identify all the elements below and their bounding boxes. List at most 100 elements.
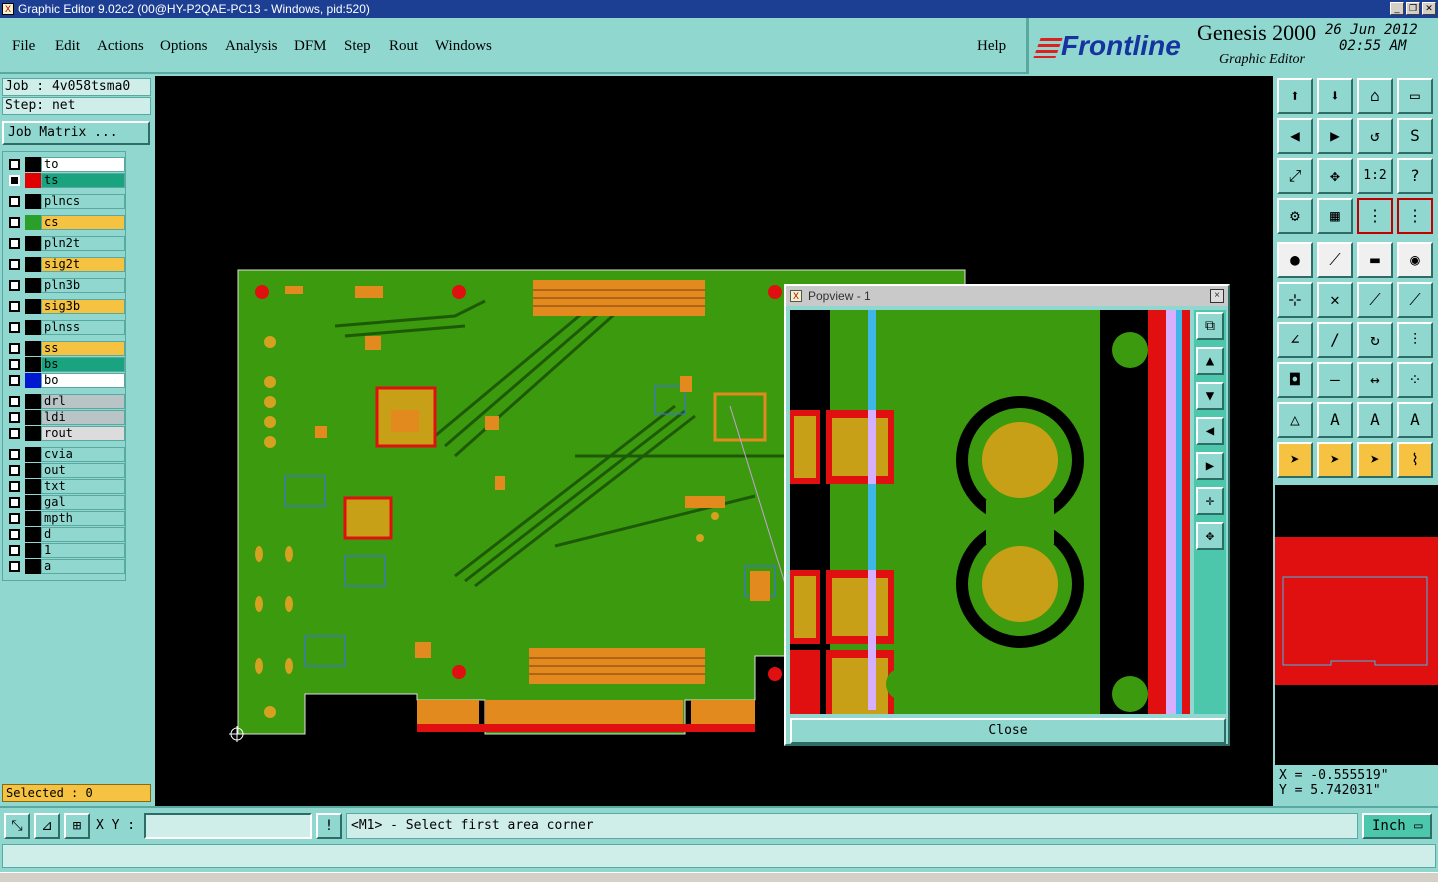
layer-row-pln2t[interactable]: pln2t [5, 236, 125, 251]
layer-color-swatch[interactable] [25, 426, 41, 441]
layer-name[interactable]: out [41, 463, 125, 478]
layer-color-swatch[interactable] [25, 373, 41, 388]
layer-checkbox[interactable] [9, 561, 20, 572]
layer-color-swatch[interactable] [25, 410, 41, 425]
layer-row-sig2t[interactable]: sig2t [5, 257, 125, 272]
minimize-button[interactable]: _ [1390, 2, 1404, 15]
close-window-button[interactable]: ✕ [1422, 2, 1436, 15]
layer-name[interactable]: cvia [41, 447, 125, 462]
layer-checkbox[interactable] [9, 343, 20, 354]
layer-color-swatch[interactable] [25, 543, 41, 558]
layer-checkbox[interactable] [9, 259, 20, 270]
layer-color-swatch[interactable] [25, 341, 41, 356]
tool-pointer-icon[interactable]: ➤ [1277, 442, 1313, 478]
layer-checkbox[interactable] [9, 196, 20, 207]
layer-row-a[interactable]: a [5, 559, 125, 574]
layer-name[interactable]: gal [41, 495, 125, 510]
layer-checkbox[interactable] [9, 481, 20, 492]
tool-draw-icon[interactable]: ⟋ [1317, 242, 1353, 278]
menu-rout[interactable]: Rout [389, 38, 418, 55]
layer-color-swatch[interactable] [25, 357, 41, 372]
menu-analysis[interactable]: Analysis [225, 38, 278, 55]
layer-checkbox[interactable] [9, 529, 20, 540]
layer-row-ss[interactable]: ss [5, 341, 125, 356]
unit-selector[interactable]: Inch ▭ [1362, 813, 1432, 839]
tool-pointer3-icon[interactable]: ➤ [1357, 442, 1393, 478]
tool-help-icon[interactable]: ? [1397, 158, 1433, 194]
menu-file[interactable]: File [12, 38, 35, 55]
layer-name[interactable]: bs [41, 357, 125, 372]
popview-zoom-in-icon[interactable]: ✛ [1196, 487, 1224, 515]
layer-color-swatch[interactable] [25, 495, 41, 510]
job-matrix-button[interactable]: Job Matrix ... [2, 121, 150, 145]
layer-name[interactable]: sig3b [41, 299, 125, 314]
popview-tool-2[interactable]: ▲ [1196, 347, 1224, 375]
grid-snap-icon[interactable]: ⊞ [64, 813, 90, 839]
layer-name[interactable]: ss [41, 341, 125, 356]
layer-color-swatch[interactable] [25, 257, 41, 272]
layer-checkbox[interactable] [9, 280, 20, 291]
layer-name[interactable]: sig2t [41, 257, 125, 272]
layer-row-out[interactable]: out [5, 463, 125, 478]
layer-checkbox[interactable] [9, 412, 20, 423]
layer-row-pln3b[interactable]: pln3b [5, 278, 125, 293]
layer-checkbox[interactable] [9, 375, 20, 386]
layer-row-plnss[interactable]: plnss [5, 320, 125, 335]
popview-tool-3[interactable]: ▼ [1196, 382, 1224, 410]
tool-house-icon[interactable]: ⌂ [1357, 78, 1393, 114]
layer-color-swatch[interactable] [25, 278, 41, 293]
layer-checkbox[interactable] [9, 428, 20, 439]
tool-down-icon[interactable]: ⬇ [1317, 78, 1353, 114]
tool-slash-icon[interactable]: / [1317, 322, 1353, 358]
tool-s-icon[interactable]: S [1397, 118, 1433, 154]
layer-name[interactable]: ts [41, 173, 125, 188]
select-area-icon[interactable]: ⤡ [4, 813, 30, 839]
menu-windows[interactable]: Windows [435, 38, 492, 55]
tool-pan-icon[interactable]: ✥ [1317, 158, 1353, 194]
layer-row-bo[interactable]: bo [5, 373, 125, 388]
layer-name[interactable]: cs [41, 215, 125, 230]
layer-color-swatch[interactable] [25, 194, 41, 209]
layer-color-swatch[interactable] [25, 157, 41, 172]
menu-options[interactable]: Options [160, 38, 208, 55]
layer-row-ts[interactable]: ts [5, 173, 125, 188]
layer-row-bs[interactable]: bs [5, 357, 125, 372]
tool-arc-icon[interactable]: ↻ [1357, 322, 1393, 358]
popview-close-button[interactable]: Close [790, 718, 1226, 744]
tool-zoom-fit-icon[interactable]: ⤢ [1277, 158, 1313, 194]
layer-row-to[interactable]: to [5, 157, 125, 172]
layer-row-cs[interactable]: cs [5, 215, 125, 230]
layer-name[interactable]: txt [41, 479, 125, 494]
tool-right-icon[interactable]: ▶ [1317, 118, 1353, 154]
layer-name[interactable]: pln2t [41, 236, 125, 251]
layer-checkbox[interactable] [9, 545, 20, 556]
tool-pointer2-icon[interactable]: ➤ [1317, 442, 1353, 478]
info-icon[interactable]: ! [316, 813, 342, 839]
tool-line-icon[interactable]: ⟋ [1357, 282, 1393, 318]
layer-color-swatch[interactable] [25, 479, 41, 494]
tool-angle-icon[interactable]: ∠ [1277, 322, 1313, 358]
layer-row-drl[interactable]: drl [5, 394, 125, 409]
layer-name[interactable]: d [41, 527, 125, 542]
menu-dfm[interactable]: DFM [294, 38, 327, 55]
layer-name[interactable]: 1 [41, 543, 125, 558]
layer-row-plncs[interactable]: plncs [5, 194, 125, 209]
layer-checkbox[interactable] [9, 449, 20, 460]
tool-pad-icon[interactable]: ◘ [1277, 362, 1313, 398]
layer-color-swatch[interactable] [25, 394, 41, 409]
tool-ff-icon[interactable]: ⫶ [1397, 322, 1433, 358]
menu-edit[interactable]: Edit [55, 38, 80, 55]
layer-color-swatch[interactable] [25, 527, 41, 542]
layer-checkbox[interactable] [9, 396, 20, 407]
tool-tri3-icon[interactable]: A [1357, 402, 1393, 438]
tool-scale-icon[interactable]: 1:2 [1357, 158, 1393, 194]
layer-color-swatch[interactable] [25, 299, 41, 314]
tool-tri1-icon[interactable]: △ [1277, 402, 1313, 438]
tool-loop-icon[interactable]: ↺ [1357, 118, 1393, 154]
menu-help[interactable]: Help [977, 38, 1006, 55]
layer-checkbox[interactable] [9, 322, 20, 333]
layer-row-txt[interactable]: txt [5, 479, 125, 494]
layer-row-gal[interactable]: gal [5, 495, 125, 510]
layer-checkbox[interactable] [9, 513, 20, 524]
popview-tool-5[interactable]: ▶ [1196, 452, 1224, 480]
